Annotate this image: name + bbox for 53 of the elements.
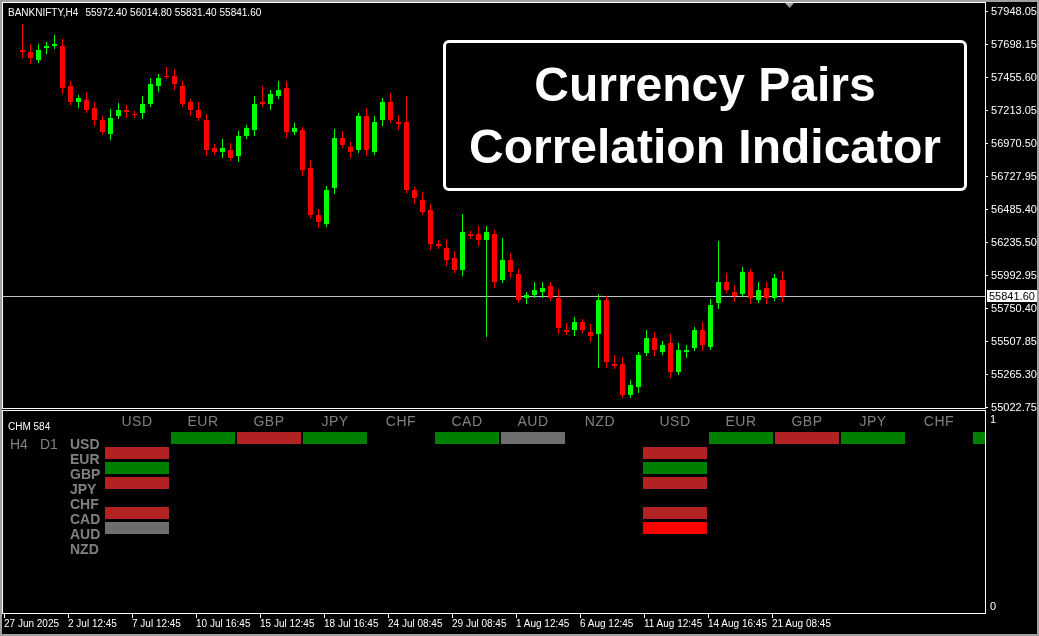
time-label: 10 Jul 16:45 xyxy=(196,618,251,629)
time-label: 14 Aug 16:45 xyxy=(708,618,767,629)
time-label: 24 Jul 08:45 xyxy=(388,618,443,629)
scale-label: 1 xyxy=(990,413,998,425)
price-tick-label: 56485.40 xyxy=(991,203,1037,215)
price-tick-label: 55992.95 xyxy=(991,269,1037,281)
column-header: USD xyxy=(659,413,691,429)
row-label: NZD xyxy=(70,541,99,557)
scale-label: 0 xyxy=(990,600,998,612)
time-label: 6 Aug 12:45 xyxy=(580,618,634,629)
column-header: GBP xyxy=(791,413,823,429)
time-label: 1 Aug 12:45 xyxy=(516,618,570,629)
time-label: 18 Jul 16:45 xyxy=(324,618,379,629)
time-label: 15 Jul 12:45 xyxy=(260,618,315,629)
indicator-name: CHM 584 xyxy=(8,421,51,432)
timeframe-label: D1 xyxy=(40,436,58,452)
price-tick-label: 55750.40 xyxy=(991,302,1037,314)
current-price-label: 55841.60 xyxy=(987,290,1037,302)
time-label: 29 Jul 08:45 xyxy=(452,618,507,629)
price-tick-label: 56970.50 xyxy=(991,137,1037,149)
price-tick-label: 57698.15 xyxy=(991,38,1037,50)
price-tick-label: 57455.60 xyxy=(991,71,1037,83)
column-header: EUR xyxy=(725,413,757,429)
column-header: JPY xyxy=(859,413,887,429)
price-tick-label: 57213.05 xyxy=(991,104,1037,116)
row-label: AUD xyxy=(70,526,101,542)
column-header: JPY xyxy=(321,413,349,429)
price-tick-label: 57948.05 xyxy=(991,5,1037,17)
row-label: CAD xyxy=(70,511,101,527)
price-tick-label: 55265.30 xyxy=(991,368,1037,380)
column-header: GBP xyxy=(253,413,285,429)
price-tick-label: 56727.95 xyxy=(991,170,1037,182)
column-header: USD xyxy=(121,413,153,429)
time-label: 7 Jul 12:45 xyxy=(132,618,181,629)
row-label: JPY xyxy=(70,481,97,497)
price-tick-label: 55022.75 xyxy=(991,401,1037,413)
time-label: 2 Jul 12:45 xyxy=(68,618,117,629)
row-label: USD xyxy=(70,436,100,452)
row-label: CHF xyxy=(70,496,99,512)
column-header: CHF xyxy=(385,413,417,429)
time-label: 11 Aug 12:45 xyxy=(644,618,703,629)
row-label: EUR xyxy=(70,451,100,467)
time-label: 21 Aug 08:45 xyxy=(772,618,831,629)
column-header: NZD xyxy=(584,413,616,429)
column-header: EUR xyxy=(187,413,219,429)
column-header: CHF xyxy=(923,413,955,429)
row-label: GBP xyxy=(70,466,101,482)
price-tick-label: 55507.85 xyxy=(991,335,1037,347)
time-label: 27 Jun 2025 xyxy=(4,618,60,629)
price-tick-label: 56235.50 xyxy=(991,236,1037,248)
column-header: CAD xyxy=(451,413,483,429)
column-header: AUD xyxy=(517,413,549,429)
timeframe-label: H4 xyxy=(10,436,28,452)
